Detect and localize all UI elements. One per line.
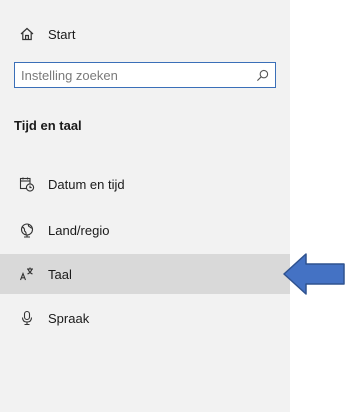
search-icon[interactable]	[251, 64, 273, 86]
settings-screenshot: Start Tijd en taal	[0, 0, 347, 412]
settings-search-box[interactable]	[14, 62, 276, 88]
nav-item-region[interactable]: Land/regio	[0, 210, 290, 250]
globe-icon	[16, 219, 38, 241]
nav-item-start-label: Start	[48, 26, 76, 42]
nav-item-language[interactable]: Taal	[0, 254, 290, 294]
home-icon	[16, 23, 38, 45]
section-title: Tijd en taal	[14, 118, 82, 133]
nav-item-date-time[interactable]: Datum en tijd	[0, 164, 290, 204]
nav-item-speech[interactable]: Spraak	[0, 298, 290, 338]
settings-sidebar: Start Tijd en taal	[0, 0, 290, 412]
nav-item-region-label: Land/regio	[48, 222, 110, 238]
language-icon	[16, 263, 38, 285]
nav-item-start[interactable]: Start	[0, 14, 290, 54]
annotation-arrow	[283, 253, 345, 295]
calendar-clock-icon	[16, 173, 38, 195]
nav-item-language-label: Taal	[48, 266, 72, 282]
nav-item-date-time-label: Datum en tijd	[48, 176, 125, 192]
settings-search-input[interactable]	[15, 64, 251, 86]
nav-item-speech-label: Spraak	[48, 310, 90, 326]
microphone-icon	[16, 307, 38, 329]
